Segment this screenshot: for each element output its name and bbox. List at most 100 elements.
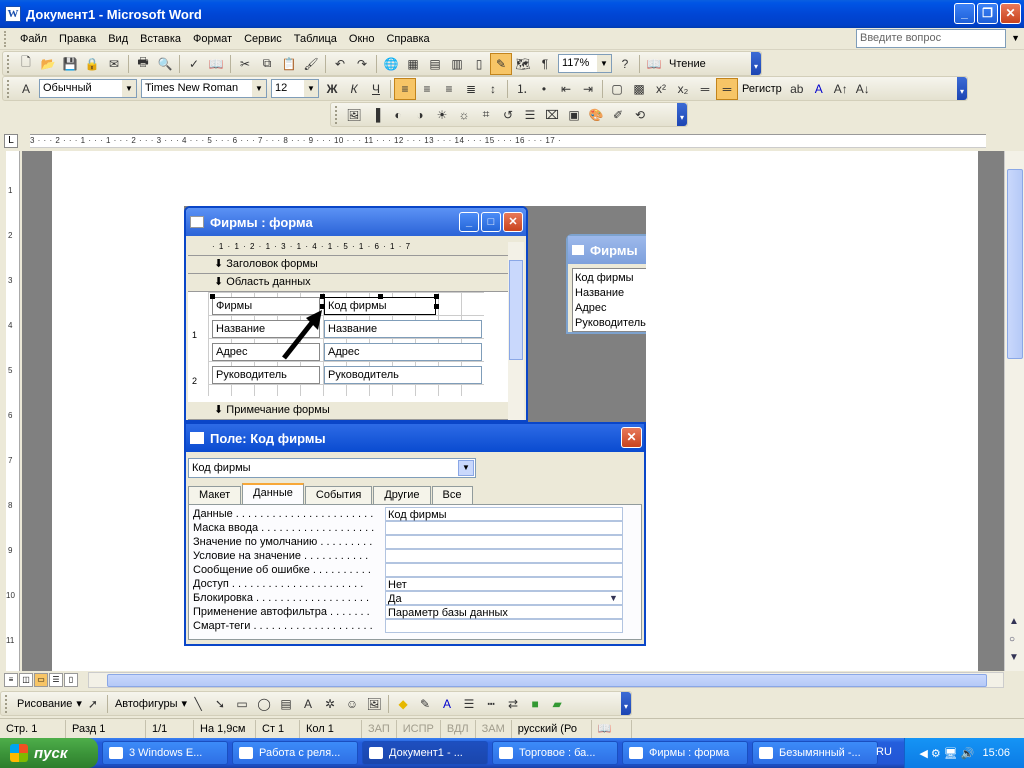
resize-handle[interactable] <box>434 304 439 309</box>
copy-icon[interactable]: ⧉ <box>256 53 278 75</box>
normal-view-icon[interactable]: ≡ <box>4 673 18 687</box>
status-ovr[interactable]: ЗАМ <box>476 719 512 738</box>
reading-view-icon[interactable]: ▯ <box>64 673 78 687</box>
underline-button[interactable]: Ч <box>365 78 387 100</box>
form-maximize-button[interactable]: □ <box>481 212 501 232</box>
spelling-status-icon[interactable]: 📖 <box>592 719 632 738</box>
text-wrapping-icon[interactable]: ▣ <box>563 104 585 126</box>
undo-icon[interactable]: ↶ <box>329 53 351 75</box>
clock[interactable]: 15:06 <box>982 747 1010 759</box>
print-layout-icon[interactable]: ▭ <box>34 673 48 687</box>
more-brightness-icon[interactable]: ☀ <box>431 104 453 126</box>
rotate-icon[interactable]: ↺ <box>497 104 519 126</box>
vertical-ruler-scale[interactable]: 1 2 3 4 5 6 7 8 9 10 11 <box>6 151 20 671</box>
tab-events[interactable]: События <box>304 486 373 504</box>
rectangle-icon[interactable]: ▭ <box>231 693 253 715</box>
permission-icon[interactable]: 🔒 <box>81 53 103 75</box>
taskbar-item[interactable]: Фирмы : форма <box>622 741 748 765</box>
arrow-icon[interactable]: ➘ <box>209 693 231 715</box>
toolbar-options-icon[interactable]: ▾ <box>751 52 761 75</box>
reading-button[interactable]: Чтение <box>665 58 710 70</box>
scroll-thumb[interactable] <box>1007 169 1023 359</box>
property-close-button[interactable]: ✕ <box>621 427 642 448</box>
insert-table-icon[interactable]: ▤ <box>424 53 446 75</box>
menu-help[interactable]: Справка <box>380 30 435 48</box>
taskbar-item[interactable]: 3 Windows E... <box>102 741 228 765</box>
scroll-thumb[interactable] <box>509 260 523 360</box>
browse-buttons[interactable]: ▲ ○ ▼ <box>1009 613 1019 667</box>
embedded-picture[interactable]: Фирмы : форма _ □ ✕ · 1 · 1 · 2 · 1 · 3 … <box>184 206 646 646</box>
property-value[interactable]: Нет <box>385 577 623 591</box>
toolbar-grip[interactable] <box>7 54 11 73</box>
taskbar-item[interactable]: Торговое : ба... <box>492 741 618 765</box>
fill-color-icon[interactable]: ◆ <box>392 693 414 715</box>
object-select[interactable]: Код фирмы ▼ <box>188 458 476 478</box>
3d-icon[interactable]: ▰ <box>546 693 568 715</box>
field-list-item[interactable]: Руководитель <box>575 316 646 331</box>
menu-table[interactable]: Таблица <box>288 30 343 48</box>
font-color-icon[interactable]: A <box>808 78 830 100</box>
styles-icon[interactable]: A <box>15 78 37 100</box>
detail-grid[interactable]: Фирмы Код фирмы Название Название Адрес … <box>208 292 484 396</box>
property-row[interactable]: Значение по умолчанию . . . . . . . . . <box>193 535 623 549</box>
detail-section[interactable]: ⬇ Область данных <box>188 274 508 292</box>
toolbar-options-icon[interactable]: ▾ <box>957 77 967 100</box>
property-value[interactable]: Код фирмы <box>385 507 623 521</box>
line-icon[interactable]: ╲ <box>187 693 209 715</box>
taskbar-item-active[interactable]: Документ1 - ... <box>362 741 488 765</box>
menu-tools[interactable]: Сервис <box>238 30 288 48</box>
font-select[interactable]: Times New Roman ▼ <box>141 79 267 98</box>
menu-view[interactable]: Вид <box>102 30 134 48</box>
line-spacing-icon[interactable]: ↕ <box>482 78 504 100</box>
compress-icon[interactable]: ⌧ <box>541 104 563 126</box>
help-icon[interactable]: ? <box>614 53 636 75</box>
tables-borders-icon[interactable]: ▦ <box>402 53 424 75</box>
grow-font-icon[interactable]: A↑ <box>830 78 852 100</box>
show-hide-icon[interactable]: ¶ <box>534 53 556 75</box>
form-close-button[interactable]: ✕ <box>503 212 523 232</box>
crop-icon[interactable]: ⌗ <box>475 104 497 126</box>
menu-format[interactable]: Формат <box>187 30 238 48</box>
tab-other[interactable]: Другие <box>373 486 431 504</box>
field-list-item[interactable]: Код фирмы <box>575 271 646 286</box>
document-map-icon[interactable]: 🗺 <box>512 53 534 75</box>
increase-indent-icon[interactable]: ⇥ <box>577 78 599 100</box>
taskbar-item[interactable]: Безымянный -... <box>752 741 878 765</box>
spelling-icon[interactable]: ✓ <box>183 53 205 75</box>
field-firm-code[interactable]: Код фирмы <box>324 297 436 315</box>
less-brightness-icon[interactable]: ☼ <box>453 104 475 126</box>
bullets-icon[interactable]: • <box>533 78 555 100</box>
status-ext[interactable]: ВДЛ <box>441 719 476 738</box>
horizontal-scrollbar[interactable] <box>88 672 1004 688</box>
form-header-section[interactable]: ⬇ Заголовок формы <box>188 256 508 274</box>
email-icon[interactable]: ✉ <box>103 53 125 75</box>
property-value[interactable] <box>385 563 623 577</box>
minimize-button[interactable]: _ <box>954 3 975 24</box>
subscript-icon[interactable]: x₂ <box>672 78 694 100</box>
reading-icon[interactable]: 📖 <box>643 53 665 75</box>
toolbar-grip[interactable] <box>5 694 9 713</box>
zoom-select[interactable]: 117% ▼ <box>558 54 612 73</box>
taskbar-item[interactable]: Работа с реля... <box>232 741 358 765</box>
drawing-menu-button[interactable]: Рисование <box>13 698 76 710</box>
language-indicator[interactable]: RU <box>876 746 892 758</box>
property-row[interactable]: Сообщение об ошибке . . . . . . . . . . <box>193 563 623 577</box>
set-transparent-icon[interactable]: ✐ <box>607 104 629 126</box>
start-button[interactable]: пуск <box>0 738 98 768</box>
menu-insert[interactable]: Вставка <box>134 30 187 48</box>
align-center-icon[interactable]: ≡ <box>416 78 438 100</box>
property-value[interactable] <box>385 549 623 563</box>
vertical-scrollbar[interactable]: ▲ ○ ▼ <box>1004 151 1024 671</box>
menu-file[interactable]: Файл <box>14 30 53 48</box>
picture-icon[interactable]: 🖼 <box>363 693 385 715</box>
tab-all[interactable]: Все <box>431 486 473 504</box>
tray-icons[interactable]: ◀ ⚙ 🖥 🔊 <box>919 747 974 760</box>
ruler-scale[interactable]: 3 · · · 2 · · · 1 · · · 1 · · · 2 · · · … <box>30 134 986 148</box>
restore-button[interactable]: ❐ <box>977 3 998 24</box>
form-footer-section[interactable]: ⬇ Примечание формы <box>188 402 508 420</box>
tab-selector[interactable]: L <box>4 134 18 148</box>
hyperlink-icon[interactable]: 🌐 <box>380 53 402 75</box>
save-icon[interactable]: 💾 <box>59 53 81 75</box>
toolbar-options-icon[interactable]: ▾ <box>677 103 687 126</box>
status-trk[interactable]: ИСПР <box>397 719 441 738</box>
